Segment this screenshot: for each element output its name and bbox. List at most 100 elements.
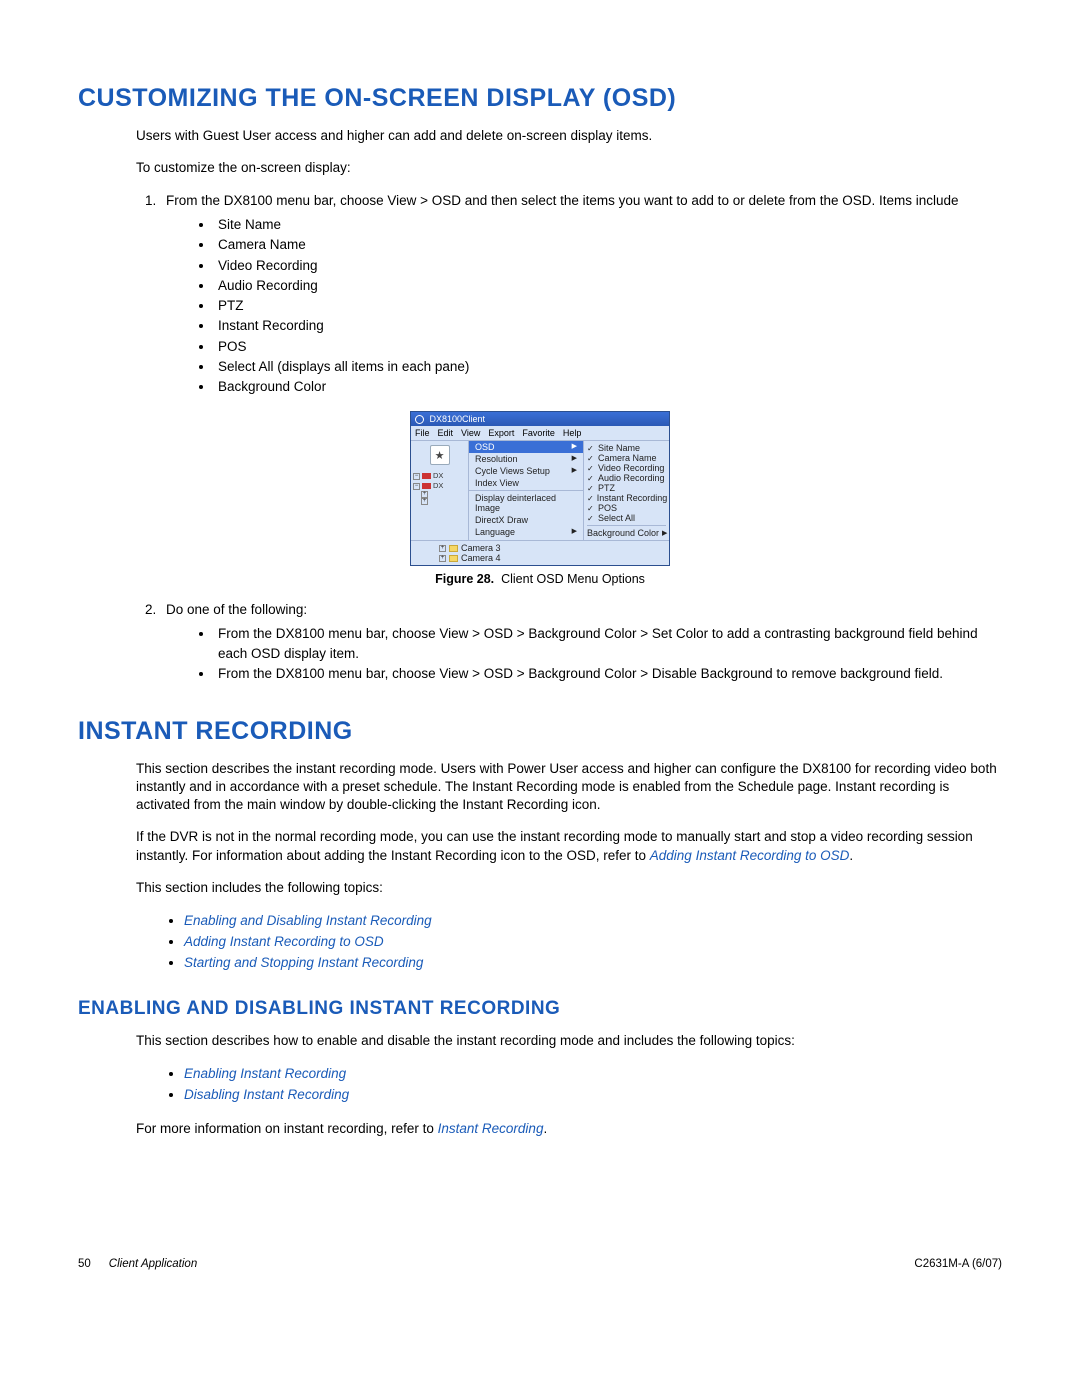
list-item: Adding Instant Recording to OSD [184, 932, 1002, 953]
figure-title: Client OSD Menu Options [501, 572, 645, 586]
menu-item-cycle-views[interactable]: Cycle Views Setup▶ [469, 465, 583, 477]
osd-left-panel: ★ − DX − DX + + [411, 441, 469, 540]
figure-caption: Figure 28. Client OSD Menu Options [78, 572, 1002, 586]
osd-opt-site-name[interactable]: ✓Site Name [587, 443, 666, 453]
link-disabling[interactable]: Disabling Instant Recording [184, 1087, 349, 1102]
link-adding-instant-recording-osd[interactable]: Adding Instant Recording to OSD [650, 848, 850, 863]
link-instant-recording[interactable]: Instant Recording [438, 1121, 544, 1136]
osd-opt-select-all[interactable]: ✓Select All [587, 513, 666, 523]
osd-step-2b: From the DX8100 menu bar, choose View > … [214, 664, 1002, 684]
tree-expand-icon[interactable]: − [413, 473, 420, 480]
tool-button[interactable]: ★ [430, 445, 450, 465]
osd-item: PTZ [214, 296, 1002, 316]
osd-step-2-options: From the DX8100 menu bar, choose View > … [214, 624, 1002, 685]
osd-item: POS [214, 337, 1002, 357]
menu-item-osd[interactable]: OSD▶ [469, 441, 583, 453]
check-icon: ✓ [587, 454, 595, 463]
osd-opt-video-recording[interactable]: ✓Video Recording [587, 463, 666, 473]
folder-icon [449, 555, 458, 562]
osd-opt-background-color[interactable]: Background Color▶ [587, 528, 666, 538]
osd-item: Audio Recording [214, 276, 1002, 296]
instant-recording-topic-list: Enabling and Disabling Instant Recording… [184, 911, 1002, 974]
enable-disable-topic-list: Enabling Instant Recording Disabling Ins… [184, 1064, 1002, 1106]
submenu-arrow-icon: ▶ [662, 529, 667, 537]
view-menu-dropdown: OSD▶ Resolution▶ Cycle Views Setup▶ Inde… [469, 441, 583, 540]
tree-expand-icon[interactable]: + [421, 498, 428, 505]
link-enabling-disabling[interactable]: Enabling and Disabling Instant Recording [184, 913, 432, 928]
menu-item-deinterlaced[interactable]: Display deinterlaced Image [469, 492, 583, 514]
osd-opt-audio-recording[interactable]: ✓Audio Recording [587, 473, 666, 483]
osd-item: Background Color [214, 377, 1002, 397]
osd-step-1: From the DX8100 menu bar, choose View > … [160, 191, 1002, 397]
menu-export[interactable]: Export [488, 428, 514, 438]
list-item: Enabling Instant Recording [184, 1064, 1002, 1085]
camera-icon [422, 473, 431, 479]
osd-item: Video Recording [214, 256, 1002, 276]
period: . [543, 1121, 547, 1136]
osd-step-2a: From the DX8100 menu bar, choose View > … [214, 624, 1002, 665]
camera-node[interactable]: Camera 4 [461, 553, 501, 563]
enable-disable-p2: For more information on instant recordin… [136, 1120, 1002, 1138]
osd-submenu: ✓Site Name ✓Camera Name ✓Video Recording… [583, 441, 669, 540]
osd-step-2: Do one of the following: From the DX8100… [160, 600, 1002, 684]
camera-icon [422, 483, 431, 489]
osd-opt-ptz[interactable]: ✓PTZ [587, 483, 666, 493]
menu-item-index-view[interactable]: Index View [469, 477, 583, 489]
instant-recording-p1: This section describes the instant recor… [136, 760, 1002, 815]
osd-opt-camera-name[interactable]: ✓Camera Name [587, 453, 666, 463]
check-icon: ✓ [587, 514, 595, 523]
check-icon: ✓ [587, 494, 594, 503]
menu-item-directx[interactable]: DirectX Draw [469, 514, 583, 526]
check-icon: ✓ [587, 464, 595, 473]
tree-expand-icon[interactable]: + [439, 555, 446, 562]
osd-item: Site Name [214, 215, 1002, 235]
tree-node[interactable]: DX [433, 481, 443, 491]
submenu-arrow-icon: ▶ [572, 454, 577, 464]
osd-steps-list-cont: Do one of the following: From the DX8100… [160, 600, 1002, 684]
link-enabling[interactable]: Enabling Instant Recording [184, 1066, 346, 1081]
figure-osd-menu: DX8100Client File Edit View Export Favor… [78, 411, 1002, 586]
footer-doc-id: C2631M-A (6/07) [914, 1258, 1002, 1270]
submenu-arrow-icon: ▶ [572, 466, 577, 476]
tree-expand-icon[interactable]: + [439, 545, 446, 552]
app-icon [415, 415, 424, 424]
period: . [849, 848, 853, 863]
osd-item: Instant Recording [214, 316, 1002, 336]
tree-expand-icon[interactable]: − [413, 483, 420, 490]
osd-item: Camera Name [214, 235, 1002, 255]
folder-icon [449, 545, 458, 552]
osd-menubar: File Edit View Export Favorite Help [411, 426, 669, 441]
tree-expand-icon[interactable]: + [421, 491, 428, 498]
menu-view[interactable]: View [461, 428, 480, 438]
instant-recording-p2: If the DVR is not in the normal recordin… [136, 828, 1002, 864]
osd-opt-pos[interactable]: ✓POS [587, 503, 666, 513]
menu-item-language[interactable]: Language▶ [469, 526, 583, 538]
check-icon: ✓ [587, 504, 595, 513]
osd-intro-text: Users with Guest User access and higher … [136, 127, 1002, 145]
link-adding-to-osd[interactable]: Adding Instant Recording to OSD [184, 934, 384, 949]
osd-customize-lead: To customize the on-screen display: [136, 159, 1002, 177]
osd-window-title: DX8100Client [430, 414, 486, 424]
camera-node[interactable]: Camera 3 [461, 543, 501, 553]
osd-window: DX8100Client File Edit View Export Favor… [410, 411, 670, 566]
check-icon: ✓ [587, 444, 595, 453]
page-number: 50 [78, 1258, 91, 1270]
osd-step-1-text: From the DX8100 menu bar, choose View > … [166, 193, 959, 208]
menu-help[interactable]: Help [563, 428, 582, 438]
page-footer: 50 Client Application C2631M-A (6/07) [78, 1258, 1002, 1270]
check-icon: ✓ [587, 484, 595, 493]
osd-steps-list: From the DX8100 menu bar, choose View > … [160, 191, 1002, 397]
heading-instant-recording: INSTANT RECORDING [78, 717, 1002, 746]
menu-edit[interactable]: Edit [438, 428, 454, 438]
device-tree: − DX − DX + + [413, 471, 466, 505]
menu-item-resolution[interactable]: Resolution▶ [469, 453, 583, 465]
link-starting-stopping[interactable]: Starting and Stopping Instant Recording [184, 955, 423, 970]
menu-favorite[interactable]: Favorite [522, 428, 555, 438]
submenu-arrow-icon: ▶ [572, 527, 577, 537]
osd-opt-instant-recording[interactable]: ✓Instant Recording [587, 493, 666, 503]
menu-file[interactable]: File [415, 428, 430, 438]
osd-step-2-text: Do one of the following: [166, 602, 307, 617]
footer-section: Client Application [109, 1258, 197, 1270]
submenu-arrow-icon: ▶ [572, 442, 577, 452]
tree-node[interactable]: DX [433, 471, 443, 481]
